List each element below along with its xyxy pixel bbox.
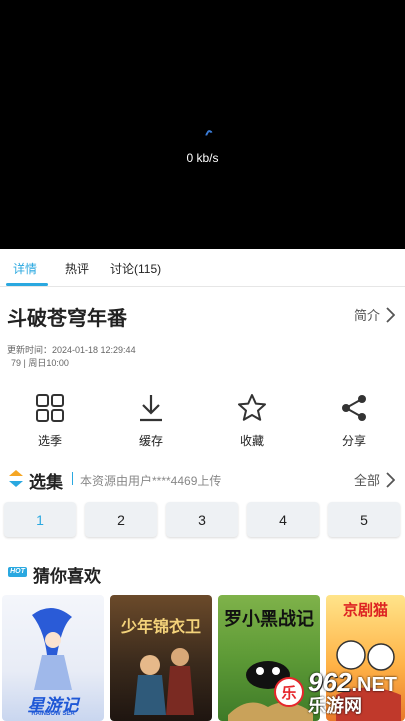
poster-title: 少年锦衣卫	[120, 619, 201, 636]
watermark-site: 乐游网	[308, 696, 363, 716]
favorite-button[interactable]: 收藏	[222, 392, 282, 449]
watermark-text: 962.NET 乐游网	[308, 669, 397, 715]
all-episodes-label: 全部	[353, 473, 380, 488]
action-bar: 选季 缓存 收藏 分享	[0, 392, 405, 452]
episode-list-icon	[9, 470, 23, 487]
intro-link[interactable]: 简介	[354, 305, 395, 324]
episode-section-title: 选集	[29, 473, 63, 492]
active-tab-indicator	[6, 283, 48, 286]
poster-card[interactable]: 星游记 RAINBOW SEA	[2, 595, 104, 721]
site-watermark: 乐 962.NET 乐游网	[274, 669, 397, 715]
poster-subtitle: RAINBOW SEA	[31, 711, 75, 717]
favorite-label: 收藏	[239, 434, 264, 448]
poster-title: 罗小黑战记	[224, 609, 314, 629]
show-title: 斗破苍穹年番	[7, 308, 127, 330]
episode-button[interactable]: 4	[247, 502, 319, 537]
loading-spinner-icon	[204, 129, 214, 139]
select-season-label: 选季	[37, 434, 62, 448]
tab-details[interactable]: 详情	[13, 260, 37, 277]
download-icon	[140, 395, 162, 422]
episode-section-header: 选集 本资源由用户****4469上传 全部	[0, 466, 405, 492]
download-label: 缓存	[138, 434, 163, 448]
star-icon	[238, 394, 266, 421]
intro-label: 简介	[353, 308, 380, 323]
share-label: 分享	[341, 434, 366, 448]
download-button[interactable]: 缓存	[121, 392, 181, 449]
divider	[72, 472, 73, 485]
recommend-title: 猜你喜欢	[33, 567, 101, 586]
share-icon	[342, 395, 366, 421]
update-time: 更新时间：2024-01-18 12:29:44	[7, 345, 136, 355]
recommend-header: HOT 猜你喜欢	[0, 561, 405, 586]
hot-badge: HOT	[8, 567, 27, 577]
episode-button[interactable]: 5	[328, 502, 400, 537]
all-episodes-link[interactable]: 全部	[354, 470, 395, 489]
episode-button[interactable]: 3	[166, 502, 238, 537]
episode-button[interactable]: 2	[85, 502, 157, 537]
poster-title: 京剧猫	[342, 602, 388, 619]
tab-discussion[interactable]: 讨论(115)	[110, 260, 161, 277]
poster-card[interactable]: 少年锦衣卫	[110, 595, 212, 721]
episode-schedule: 79 | 周日10:00	[11, 358, 69, 368]
watermark-logo-icon: 乐	[274, 677, 305, 707]
episode-button[interactable]: 1	[4, 502, 76, 537]
select-season-button[interactable]: 选季	[20, 392, 80, 449]
episode-list: 1 2 3 4 5	[4, 502, 405, 538]
watermark-net: .NET	[351, 674, 397, 696]
video-player[interactable]: 0 kb/s	[0, 0, 405, 249]
download-speed: 0 kb/s	[186, 151, 219, 165]
share-button[interactable]: 分享	[324, 392, 384, 449]
upload-source-note: 本资源由用户****4469上传	[80, 474, 222, 488]
watermark-main: 962	[308, 667, 352, 697]
tab-hot-comments[interactable]: 热评	[65, 260, 89, 277]
detail-tabs: 详情 热评 讨论(115)	[0, 249, 405, 287]
chevron-right-icon	[386, 306, 395, 323]
chevron-right-icon	[386, 471, 395, 488]
grid-icon	[36, 394, 64, 422]
